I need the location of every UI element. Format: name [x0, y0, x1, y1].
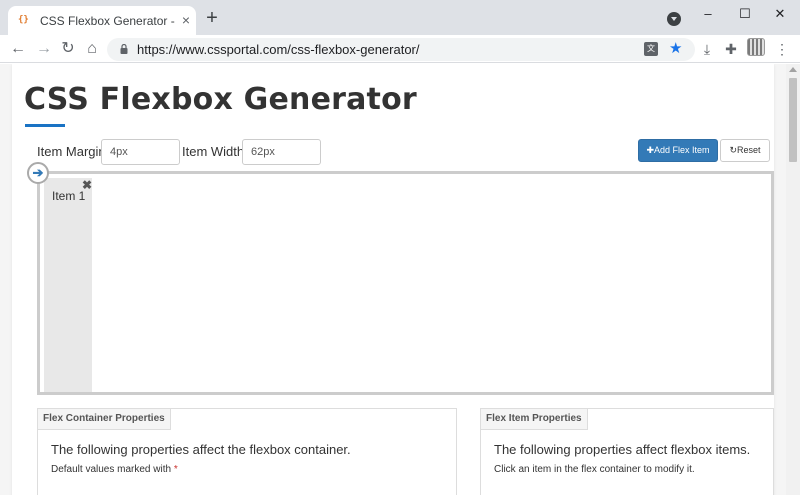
- maximize-button[interactable]: ☐: [733, 4, 757, 24]
- browser-toolbar: ← → ↻ ⌂ https://www.cssportal.com/css-fl…: [0, 35, 800, 63]
- page-title: CSS Flexbox Generator: [24, 82, 417, 117]
- flex-direction-toggle[interactable]: ➔: [27, 162, 49, 184]
- lock-icon: [120, 44, 128, 54]
- bookmark-star-icon[interactable]: ★: [669, 39, 682, 59]
- extensions-icon[interactable]: ✚: [721, 39, 741, 59]
- tab-search-icon[interactable]: [667, 12, 681, 26]
- minimize-button[interactable]: –: [696, 4, 720, 24]
- arrow-right-icon: ➔: [32, 165, 44, 180]
- browser-menu-icon[interactable]: ⋮: [772, 39, 792, 59]
- forward-icon[interactable]: →: [34, 39, 54, 59]
- back-icon[interactable]: ←: [8, 39, 28, 59]
- favicon-icon: {}: [18, 15, 29, 25]
- add-flex-item-button[interactable]: ✚Add Flex Item: [638, 139, 718, 162]
- tab-strip: {} CSS Flexbox Generator - CSS Po × + – …: [0, 0, 800, 35]
- url-text: https://www.cssportal.com/css-flexbox-ge…: [137, 42, 420, 57]
- panel-note: Default values marked with *: [51, 464, 178, 475]
- title-underline: [25, 124, 65, 127]
- new-tab-button[interactable]: +: [202, 8, 222, 29]
- panel-note: Click an item in the flex container to m…: [494, 464, 695, 475]
- extension-avatar-icon[interactable]: [747, 38, 765, 56]
- close-window-button[interactable]: ✕: [768, 4, 792, 24]
- panel-description: The following properties affect the flex…: [51, 442, 351, 457]
- flex-item-properties-panel: Flex Item Properties The following prope…: [480, 408, 774, 495]
- main-card: CSS Flexbox Generator Item Margin Item W…: [12, 64, 774, 495]
- tab-title: CSS Flexbox Generator - CSS Po: [40, 14, 176, 28]
- panel-heading: Flex Item Properties: [480, 408, 588, 430]
- translate-icon[interactable]: 文: [644, 42, 658, 56]
- item-margin-label: Item Margin: [37, 144, 106, 159]
- tab-close-icon[interactable]: ×: [178, 12, 194, 28]
- item-width-label: Item Width: [182, 144, 245, 159]
- reset-button[interactable]: ↻Reset: [720, 139, 770, 162]
- page-scrollbar[interactable]: [786, 64, 800, 495]
- item-width-input[interactable]: [242, 139, 321, 165]
- flex-item-label: Item 1: [52, 189, 86, 203]
- remove-item-icon[interactable]: ✖: [82, 179, 92, 191]
- flex-item[interactable]: Item 1 ✖: [44, 178, 92, 392]
- panel-note-text: Default values marked with: [51, 464, 172, 475]
- home-icon[interactable]: ⌂: [82, 39, 102, 59]
- scroll-thumb[interactable]: [789, 78, 797, 162]
- panel-heading: Flex Container Properties: [37, 408, 171, 430]
- reload-icon[interactable]: ↻: [58, 39, 78, 59]
- address-bar[interactable]: https://www.cssportal.com/css-flexbox-ge…: [107, 38, 695, 61]
- panel-description: The following properties affect flexbox …: [494, 442, 751, 457]
- scroll-up-icon[interactable]: [789, 67, 797, 72]
- item-margin-input[interactable]: [101, 139, 180, 165]
- asterisk-mark: *: [173, 464, 178, 475]
- page-viewport: CSS Flexbox Generator Item Margin Item W…: [0, 64, 786, 495]
- download-icon[interactable]: ⤓: [697, 39, 717, 59]
- flex-container-properties-panel: Flex Container Properties The following …: [37, 408, 457, 495]
- browser-tab[interactable]: {} CSS Flexbox Generator - CSS Po ×: [8, 6, 196, 35]
- flex-container-preview[interactable]: Item 1 ✖: [37, 171, 774, 395]
